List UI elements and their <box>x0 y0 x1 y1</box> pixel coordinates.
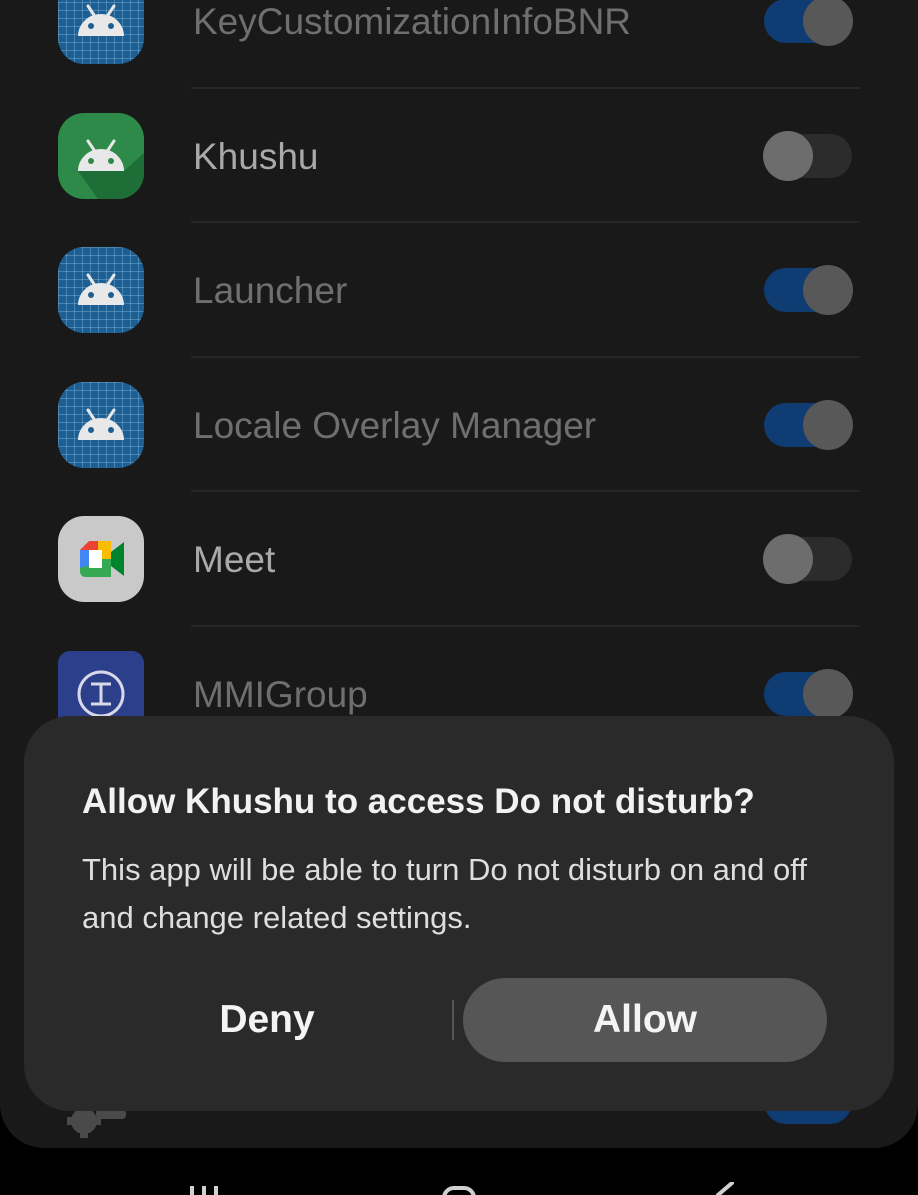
access-toggle[interactable] <box>763 534 852 584</box>
permission-dialog: Allow Khushu to access Do not disturb? T… <box>24 716 894 1111</box>
home-icon[interactable] <box>442 1186 480 1195</box>
access-toggle[interactable] <box>764 265 853 315</box>
app-name: KeyCustomizationInfoBNR <box>193 1 632 42</box>
navigation-bar <box>0 1148 918 1195</box>
back-icon[interactable] <box>712 1182 736 1195</box>
screen: KeyCustomizationInfoBNR Khushu Launcher … <box>0 0 918 1195</box>
dialog-title: Allow Khushu to access Do not disturb? <box>82 782 755 821</box>
access-toggle[interactable] <box>763 130 852 181</box>
recents-icon[interactable] <box>186 1186 236 1195</box>
android-icon <box>58 247 144 333</box>
list-item-meet[interactable]: Meet <box>0 492 918 627</box>
app-name: Meet <box>193 539 276 580</box>
toggle-thumb <box>763 534 813 584</box>
toggle-thumb <box>803 668 853 719</box>
toggle-thumb <box>763 130 813 181</box>
google-meet-icon <box>58 516 144 602</box>
dialog-message: This app will be able to turn Do not dis… <box>82 852 807 935</box>
access-toggle[interactable] <box>764 668 853 719</box>
list-item-launcher[interactable]: Launcher <box>0 223 918 358</box>
android-icon <box>58 112 144 199</box>
app-name: MMIGroup <box>193 673 368 715</box>
access-toggle[interactable] <box>764 0 853 46</box>
allow-button[interactable]: Allow <box>463 978 827 1062</box>
app-name: Locale Overlay Manager <box>193 404 597 446</box>
android-icon <box>58 0 144 64</box>
app-list: KeyCustomizationInfoBNR Khushu Launcher … <box>0 0 918 761</box>
list-item-keycustomizationinfobnr[interactable]: KeyCustomizationInfoBNR <box>0 0 918 89</box>
toggle-thumb <box>803 399 853 450</box>
access-toggle[interactable] <box>764 399 853 450</box>
deny-button[interactable]: Deny <box>142 978 392 1062</box>
button-divider <box>452 1000 454 1040</box>
app-name: Launcher <box>193 270 348 311</box>
android-icon <box>58 381 144 468</box>
list-item-locale-overlay-manager[interactable]: Locale Overlay Manager <box>0 358 918 492</box>
list-item-khushu[interactable]: Khushu <box>0 89 918 223</box>
toggle-thumb <box>803 265 853 315</box>
toggle-thumb <box>803 0 853 46</box>
app-name: Khushu <box>193 135 319 177</box>
